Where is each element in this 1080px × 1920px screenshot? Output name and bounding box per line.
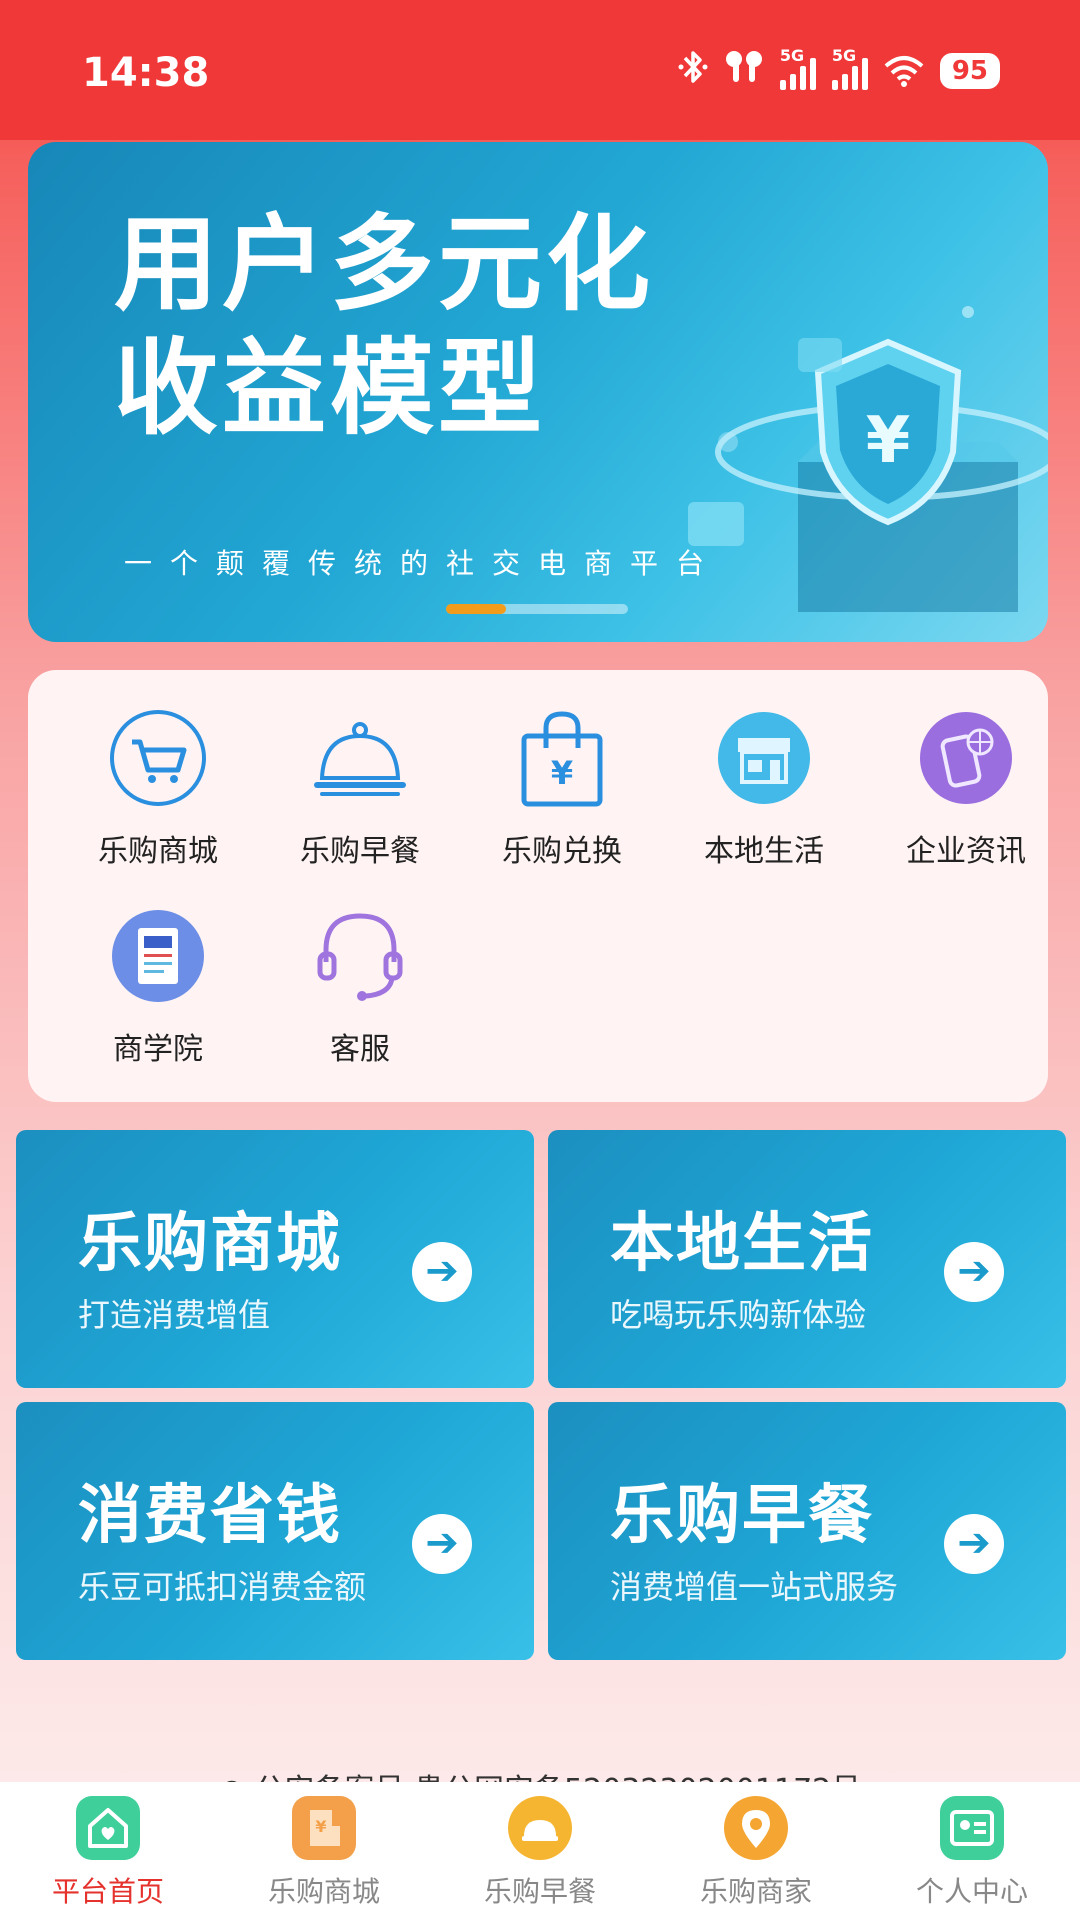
card-title: 消费省钱 (78, 1479, 342, 1553)
breakfast-icon (508, 1796, 572, 1860)
battery-level: 95 (939, 53, 1000, 89)
nav-label: 乐购商家 (699, 1875, 812, 1908)
banner-subtitle: 一个颠覆传统的社交电商平台 (124, 547, 723, 580)
promo-banner[interactable]: 用户多元化 收益模型 ¥ 一个颠覆传统的社交电商平台 (28, 142, 1048, 642)
cart-icon (108, 708, 208, 808)
service-label: 乐购兑换 (502, 834, 622, 869)
service-item-local-life[interactable]: 本地生活 (664, 708, 864, 878)
promo-card-breakfast[interactable]: 乐购早餐 消费增值一站式服务 ➔ (548, 1402, 1066, 1660)
arrow-right-icon: ➔ (412, 1242, 472, 1302)
card-title: 本地生活 (610, 1207, 874, 1281)
arrow-right-icon: ➔ (412, 1514, 472, 1574)
card-subtitle: 吃喝玩乐购新体验 (610, 1296, 867, 1334)
service-label: 商学院 (113, 1032, 203, 1067)
cloche-icon (310, 708, 410, 808)
status-bar: 14:38 5G 5G 95 (0, 0, 1080, 140)
signal-5g-icon: 5G (779, 46, 816, 90)
nav-item-home[interactable]: 平台首页 (0, 1796, 216, 1910)
earbuds-icon (724, 48, 764, 95)
shopping-bag-yen-icon: ¥ (512, 708, 612, 808)
location-pin-icon (724, 1796, 788, 1860)
status-time: 14:38 (82, 50, 210, 96)
service-item-exchange[interactable]: ¥ 乐购兑换 (462, 708, 662, 878)
svg-text:¥: ¥ (551, 754, 573, 792)
promo-card-mall[interactable]: 乐购商城 打造消费增值 ➔ (16, 1130, 534, 1388)
nav-item-breakfast[interactable]: 乐购早餐 (432, 1796, 648, 1910)
service-item-mall[interactable]: 乐购商城 (58, 708, 258, 878)
service-item-customer-service[interactable]: 客服 (260, 906, 460, 1076)
nav-label: 个人中心 (915, 1875, 1028, 1908)
service-item-breakfast[interactable]: 乐购早餐 (260, 708, 460, 878)
service-grid: 乐购商城 乐购早餐 ¥ 乐购兑换 本地生活 企业资讯 商学院 客服 (28, 670, 1048, 1102)
promo-card-local-life[interactable]: 本地生活 吃喝玩乐购新体验 ➔ (548, 1130, 1066, 1388)
storefront-icon (714, 708, 814, 808)
card-subtitle: 乐豆可抵扣消费金额 (78, 1568, 367, 1606)
promo-card-save-money[interactable]: 消费省钱 乐豆可抵扣消费金额 ➔ (16, 1402, 534, 1660)
card-subtitle: 消费增值一站式服务 (610, 1568, 899, 1606)
nav-item-merchant[interactable]: 乐购商家 (648, 1796, 864, 1910)
arrow-right-icon: ➔ (944, 1514, 1004, 1574)
bluetooth-icon (678, 48, 708, 95)
shield-yen-illustration: ¥ (688, 306, 1048, 612)
service-item-news[interactable]: 企业资讯 (866, 708, 1066, 878)
home-icon (76, 1796, 140, 1860)
signal-5g-icon-2: 5G (831, 46, 868, 90)
svg-text:¥: ¥ (866, 404, 911, 478)
service-label: 企业资讯 (906, 834, 1026, 869)
bottom-nav: 平台首页 ¥ 乐购商城 乐购早餐 乐购商家 个人中心 (0, 1782, 1080, 1920)
headset-icon (310, 906, 410, 1006)
mall-icon: ¥ (292, 1796, 356, 1860)
service-label: 乐购早餐 (300, 834, 420, 869)
network-5g-label-2: 5G (831, 46, 857, 65)
banner-title-line1: 用户多元化 (114, 203, 655, 325)
service-item-academy[interactable]: 商学院 (58, 906, 258, 1076)
service-label: 客服 (330, 1032, 390, 1067)
nav-label: 乐购商城 (267, 1875, 380, 1908)
wifi-icon (884, 54, 924, 88)
document-icon (108, 906, 208, 1006)
network-5g-label: 5G (779, 46, 805, 65)
service-label: 乐购商城 (98, 834, 218, 869)
carousel-indicator-active (446, 604, 506, 614)
card-title: 乐购早餐 (610, 1479, 874, 1553)
status-icons: 5G 5G 95 (678, 46, 1000, 95)
service-label: 本地生活 (704, 834, 824, 869)
card-title: 乐购商城 (78, 1207, 342, 1281)
card-subtitle: 打造消费增值 (78, 1296, 271, 1334)
svg-text:¥: ¥ (315, 1817, 326, 1836)
banner-title-line2: 收益模型 (114, 327, 547, 449)
arrow-right-icon: ➔ (944, 1242, 1004, 1302)
nav-label: 平台首页 (51, 1875, 164, 1908)
nav-label: 乐购早餐 (483, 1875, 596, 1908)
banner-title: 用户多元化 收益模型 (114, 202, 654, 450)
carousel-indicator[interactable] (446, 604, 628, 614)
nav-item-profile[interactable]: 个人中心 (864, 1796, 1080, 1910)
nav-item-mall[interactable]: ¥ 乐购商城 (216, 1796, 432, 1910)
phone-globe-icon (916, 708, 1016, 808)
profile-card-icon (940, 1796, 1004, 1860)
